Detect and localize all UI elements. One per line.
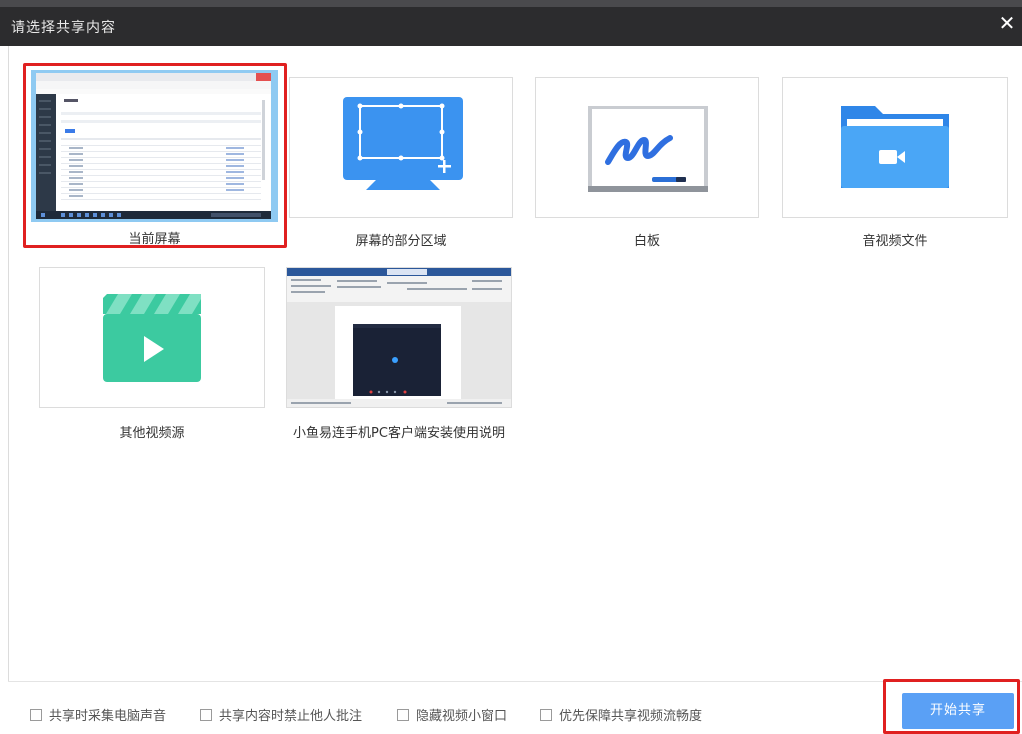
dialog-title: 请选择共享内容 xyxy=(11,20,116,36)
source-card-media-file[interactable]: 音视频文件 xyxy=(782,77,1008,252)
option-label: 优先保障共享视频流畅度 xyxy=(559,709,703,724)
background-window-strip xyxy=(0,0,1022,7)
close-icon[interactable]: ✕ xyxy=(998,13,1016,33)
option-prioritize-fluency[interactable]: 优先保障共享视频流畅度 xyxy=(540,705,702,724)
source-label: 音视频文件 xyxy=(862,234,928,249)
video-clapper-icon xyxy=(39,267,265,408)
checkbox[interactable] xyxy=(200,708,212,721)
option-hide-video-window[interactable]: 隐藏视频小窗口 xyxy=(397,705,507,724)
source-card-document-window[interactable]: 小鱼易连手机PC客户端安装使用说明 xyxy=(286,267,512,442)
option-label: 隐藏视频小窗口 xyxy=(416,709,508,724)
checkbox[interactable] xyxy=(540,708,552,721)
source-label: 屏幕的部分区域 xyxy=(355,234,447,249)
checkbox[interactable] xyxy=(397,708,409,721)
checkbox[interactable] xyxy=(30,708,42,721)
source-card-whiteboard[interactable]: 白板 xyxy=(535,77,759,252)
source-label: 白板 xyxy=(633,234,660,249)
dialog-titlebar: 请选择共享内容 ✕ xyxy=(0,0,1022,46)
dialog-footer: 共享时采集电脑声音 共享内容时禁止他人批注 隐藏视频小窗口 优先保障共享视频流畅… xyxy=(8,681,1022,734)
option-label: 共享时采集电脑声音 xyxy=(49,709,167,724)
media-folder-icon xyxy=(782,77,1008,218)
option-capture-audio[interactable]: 共享时采集电脑声音 xyxy=(30,705,166,724)
source-label: 当前屏幕 xyxy=(128,232,181,247)
option-label: 共享内容时禁止他人批注 xyxy=(219,709,363,724)
source-card-other-video[interactable]: 其他视频源 xyxy=(39,267,265,442)
screen-region-icon xyxy=(289,77,513,218)
desktop-screenshot-icon xyxy=(31,70,278,222)
option-disable-annotation[interactable]: 共享内容时禁止他人批注 xyxy=(200,705,362,724)
whiteboard-icon xyxy=(535,77,759,218)
word-document-window-icon xyxy=(286,267,512,408)
source-card-screen-region[interactable]: 屏幕的部分区域 xyxy=(289,77,513,252)
source-label: 其他视频源 xyxy=(119,426,185,441)
source-label: 小鱼易连手机PC客户端安装使用说明 xyxy=(293,426,505,441)
button-highlight xyxy=(883,679,1020,734)
source-card-current-screen[interactable]: 当前屏幕 xyxy=(31,70,278,247)
